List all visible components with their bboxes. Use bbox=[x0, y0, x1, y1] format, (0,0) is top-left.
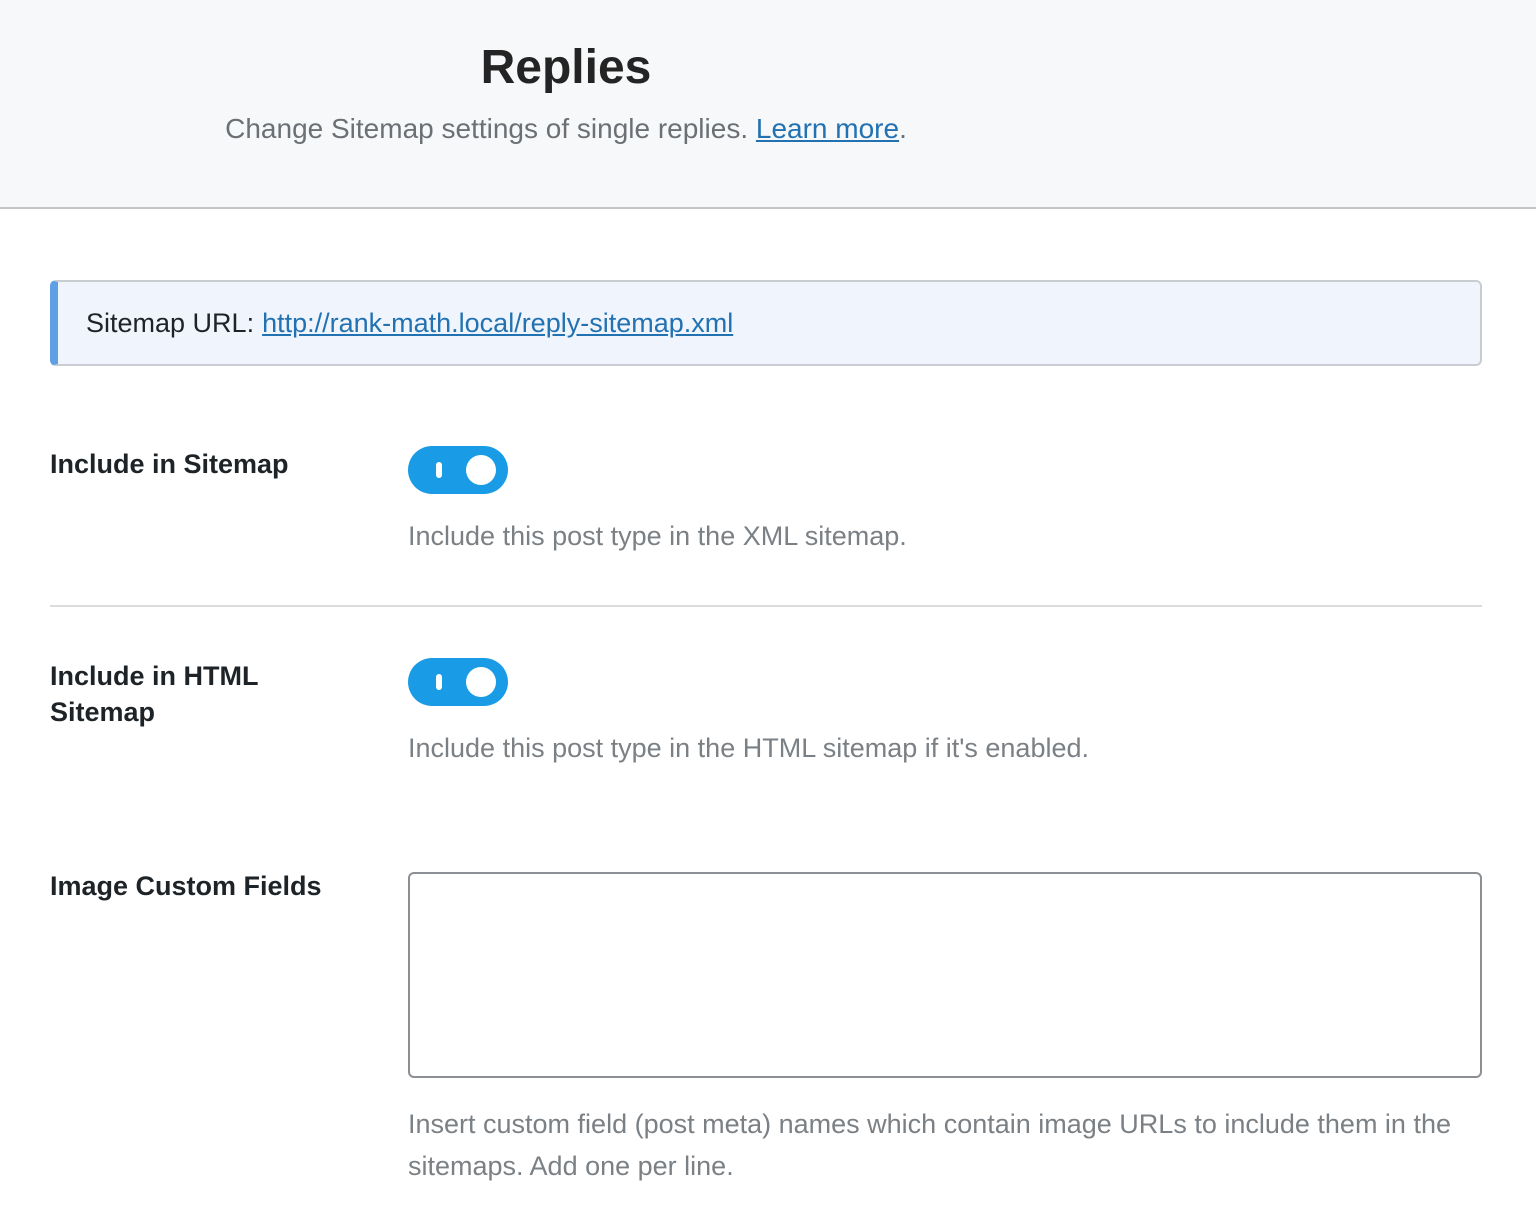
page-description: Change Sitemap settings of single replie… bbox=[0, 110, 1132, 148]
sitemap-url-link[interactable]: http://rank-math.local/reply-sitemap.xml bbox=[262, 308, 733, 339]
toggle-on-bar-icon bbox=[436, 462, 442, 478]
include-sitemap-label: Include in Sitemap bbox=[50, 449, 289, 479]
settings-header: Replies Change Sitemap settings of singl… bbox=[0, 0, 1536, 209]
learn-more-link[interactable]: Learn more bbox=[756, 113, 899, 144]
include-sitemap-description: Include this post type in the XML sitema… bbox=[408, 521, 907, 551]
include-html-sitemap-description: Include this post type in the HTML sitem… bbox=[408, 733, 1089, 763]
page-description-text: Change Sitemap settings of single replie… bbox=[225, 113, 749, 144]
toggle-on-bar-icon bbox=[436, 674, 442, 690]
section-divider bbox=[50, 605, 1482, 607]
include-html-sitemap-label: Include in HTML Sitemap bbox=[50, 661, 258, 727]
toggle-knob-icon bbox=[466, 455, 496, 485]
image-custom-fields-label: Image Custom Fields bbox=[50, 871, 322, 901]
image-custom-fields-textarea[interactable] bbox=[408, 872, 1482, 1078]
include-html-sitemap-toggle[interactable] bbox=[408, 658, 508, 706]
include-sitemap-toggle[interactable] bbox=[408, 446, 508, 494]
page-title: Replies bbox=[480, 41, 652, 94]
sitemap-url-label: Sitemap URL: bbox=[86, 307, 255, 338]
page-description-suffix: . bbox=[899, 113, 907, 144]
sitemap-url-notice: Sitemap URL: http://rank-math.local/repl… bbox=[50, 280, 1482, 366]
toggle-knob-icon bbox=[466, 667, 496, 697]
image-custom-fields-description: Insert custom field (post meta) names wh… bbox=[408, 1109, 1451, 1181]
